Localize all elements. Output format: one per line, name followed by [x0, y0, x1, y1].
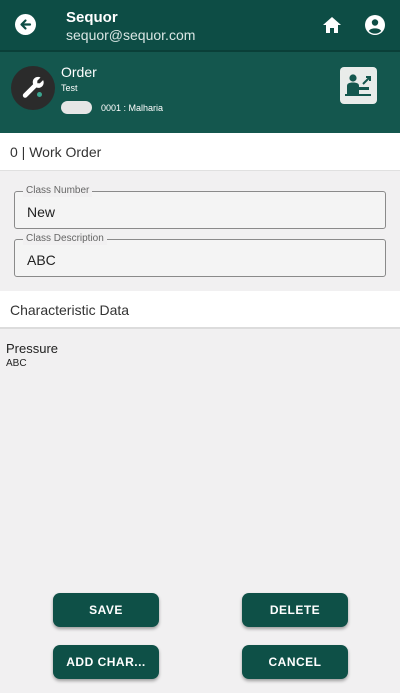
app-title: Sequor [66, 9, 118, 26]
status-chip [61, 101, 92, 114]
home-button[interactable] [321, 14, 343, 36]
class-number-field[interactable]: Class Number New [14, 185, 386, 229]
list-item[interactable]: Pressure ABC [6, 341, 58, 369]
delete-button[interactable]: DELETE [242, 593, 348, 627]
class-description-label: Class Description [23, 233, 107, 245]
characteristic-list: Pressure ABC [6, 341, 58, 369]
order-code: 0001 : Malharia [101, 103, 164, 113]
top-app-bar: Sequor sequor@sequor.com [0, 0, 400, 50]
operator-icon [345, 74, 371, 96]
add-characteristic-button[interactable]: ADD CHAR... [53, 645, 159, 679]
characteristic-name: Pressure [6, 341, 59, 356]
work-order-header: 0 | Work Order [0, 133, 400, 171]
account-button[interactable] [364, 14, 386, 36]
class-number-value: New [27, 204, 56, 220]
characteristic-value: ABC [6, 358, 27, 369]
back-arrow-icon [20, 19, 32, 30]
class-description-value: ABC [27, 252, 56, 268]
account-circle-icon [365, 15, 385, 35]
class-number-label: Class Number [23, 185, 93, 197]
cancel-button[interactable]: CANCEL [242, 645, 348, 679]
order-avatar [11, 66, 55, 110]
class-form: Class Number New Class Description ABC [0, 171, 400, 291]
back-button[interactable] [15, 14, 36, 35]
operator-button[interactable] [340, 67, 377, 104]
order-subtitle: Test [61, 83, 78, 93]
characteristic-data-header: Characteristic Data [0, 291, 400, 329]
order-header: Order Test 0001 : Malharia [0, 50, 400, 133]
order-title: Order [61, 64, 97, 80]
save-button[interactable]: SAVE [53, 593, 159, 627]
wrench-icon [22, 76, 44, 98]
user-email: sequor@sequor.com [66, 27, 196, 43]
home-icon [323, 17, 341, 33]
class-description-field[interactable]: Class Description ABC [14, 233, 386, 277]
